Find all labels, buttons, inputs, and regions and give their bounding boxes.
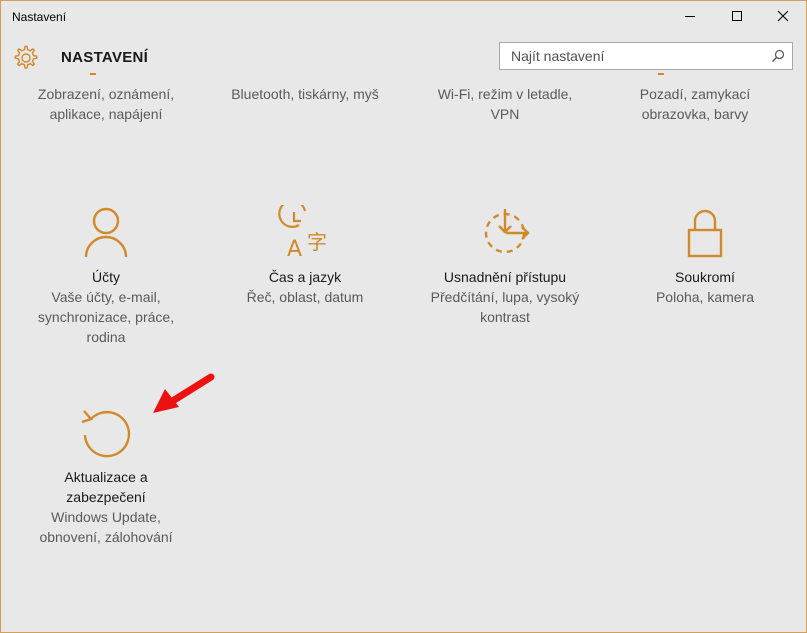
close-icon (777, 10, 789, 22)
update-icon (81, 410, 131, 458)
tile-update-security[interactable]: Aktualizace a zabezpečení Windows Update… (11, 405, 201, 547)
gear-icon (14, 45, 38, 69)
tile-ease-of-access[interactable]: Usnadnění přístupu Předčítání, lupa, vys… (410, 205, 600, 327)
search-icon[interactable] (771, 49, 785, 63)
tile-title: Soukromí (675, 269, 735, 285)
tile-description: Windows Update, obnovení, zálohování (39, 509, 173, 545)
page-title: NASTAVENÍ (61, 49, 149, 66)
minimize-button[interactable] (667, 1, 713, 31)
title-bar[interactable]: Nastavení (1, 1, 806, 31)
window-title: Nastavení (12, 10, 67, 24)
tile-time-language[interactable]: A 字 Čas a jazyk Řeč, oblast, datum (210, 205, 400, 307)
tile-description: Řeč, oblast, datum (246, 289, 364, 305)
tile-description: Wi-Fi, režim v letadle, VPN (437, 86, 573, 122)
maximize-button[interactable] (714, 1, 760, 31)
lock-icon (687, 209, 723, 258)
tile-title: Usnadnění přístupu (443, 269, 567, 285)
scrolled-title-fragment (90, 73, 96, 75)
minimize-icon (685, 16, 695, 17)
tile-description: Zobrazení, oznámení, aplikace, napájení (37, 86, 175, 122)
tile-description: Bluetooth, tiskárny, myš (231, 86, 379, 102)
tile-title: Účty (92, 269, 120, 285)
tile-title: Aktualizace a zabezpečení (64, 469, 148, 505)
settings-window: Nastavení NASTAVENÍ Zobrazení, oznámení,… (0, 0, 807, 633)
tile-description: Vaše účty, e-mail, synchronizace, práce,… (37, 289, 175, 345)
svg-text:字: 字 (307, 230, 327, 254)
tile-accounts[interactable]: Účty Vaše účty, e-mail, synchronizace, p… (11, 205, 201, 347)
time-language-icon: A 字 (278, 205, 327, 261)
tile-system[interactable]: Zobrazení, oznámení, aplikace, napájení (11, 84, 201, 124)
svg-text:A: A (287, 237, 302, 261)
tile-description: Pozadí, zamykací obrazovka, barvy (639, 86, 751, 122)
settings-top-row: Zobrazení, oznámení, aplikace, napájení … (1, 73, 806, 133)
tile-devices[interactable]: Bluetooth, tiskárny, myš (210, 84, 400, 104)
ease-of-access-icon (484, 209, 530, 254)
tile-privacy[interactable]: Soukromí Poloha, kamera (610, 205, 800, 307)
scrolled-title-fragment (658, 73, 664, 75)
search-box[interactable] (499, 42, 793, 70)
tile-personalization[interactable]: Pozadí, zamykací obrazovka, barvy (610, 84, 780, 124)
person-icon (84, 207, 128, 258)
tile-description: Poloha, kamera (655, 289, 755, 305)
search-input[interactable] (500, 43, 775, 69)
tile-network[interactable]: Wi-Fi, režim v letadle, VPN (410, 84, 600, 124)
annotation-arrow-icon (153, 373, 215, 413)
close-button[interactable] (760, 1, 806, 31)
tile-title: Čas a jazyk (268, 269, 342, 285)
tile-description: Předčítání, lupa, vysoký kontrast (430, 289, 580, 325)
maximize-icon (732, 11, 742, 21)
